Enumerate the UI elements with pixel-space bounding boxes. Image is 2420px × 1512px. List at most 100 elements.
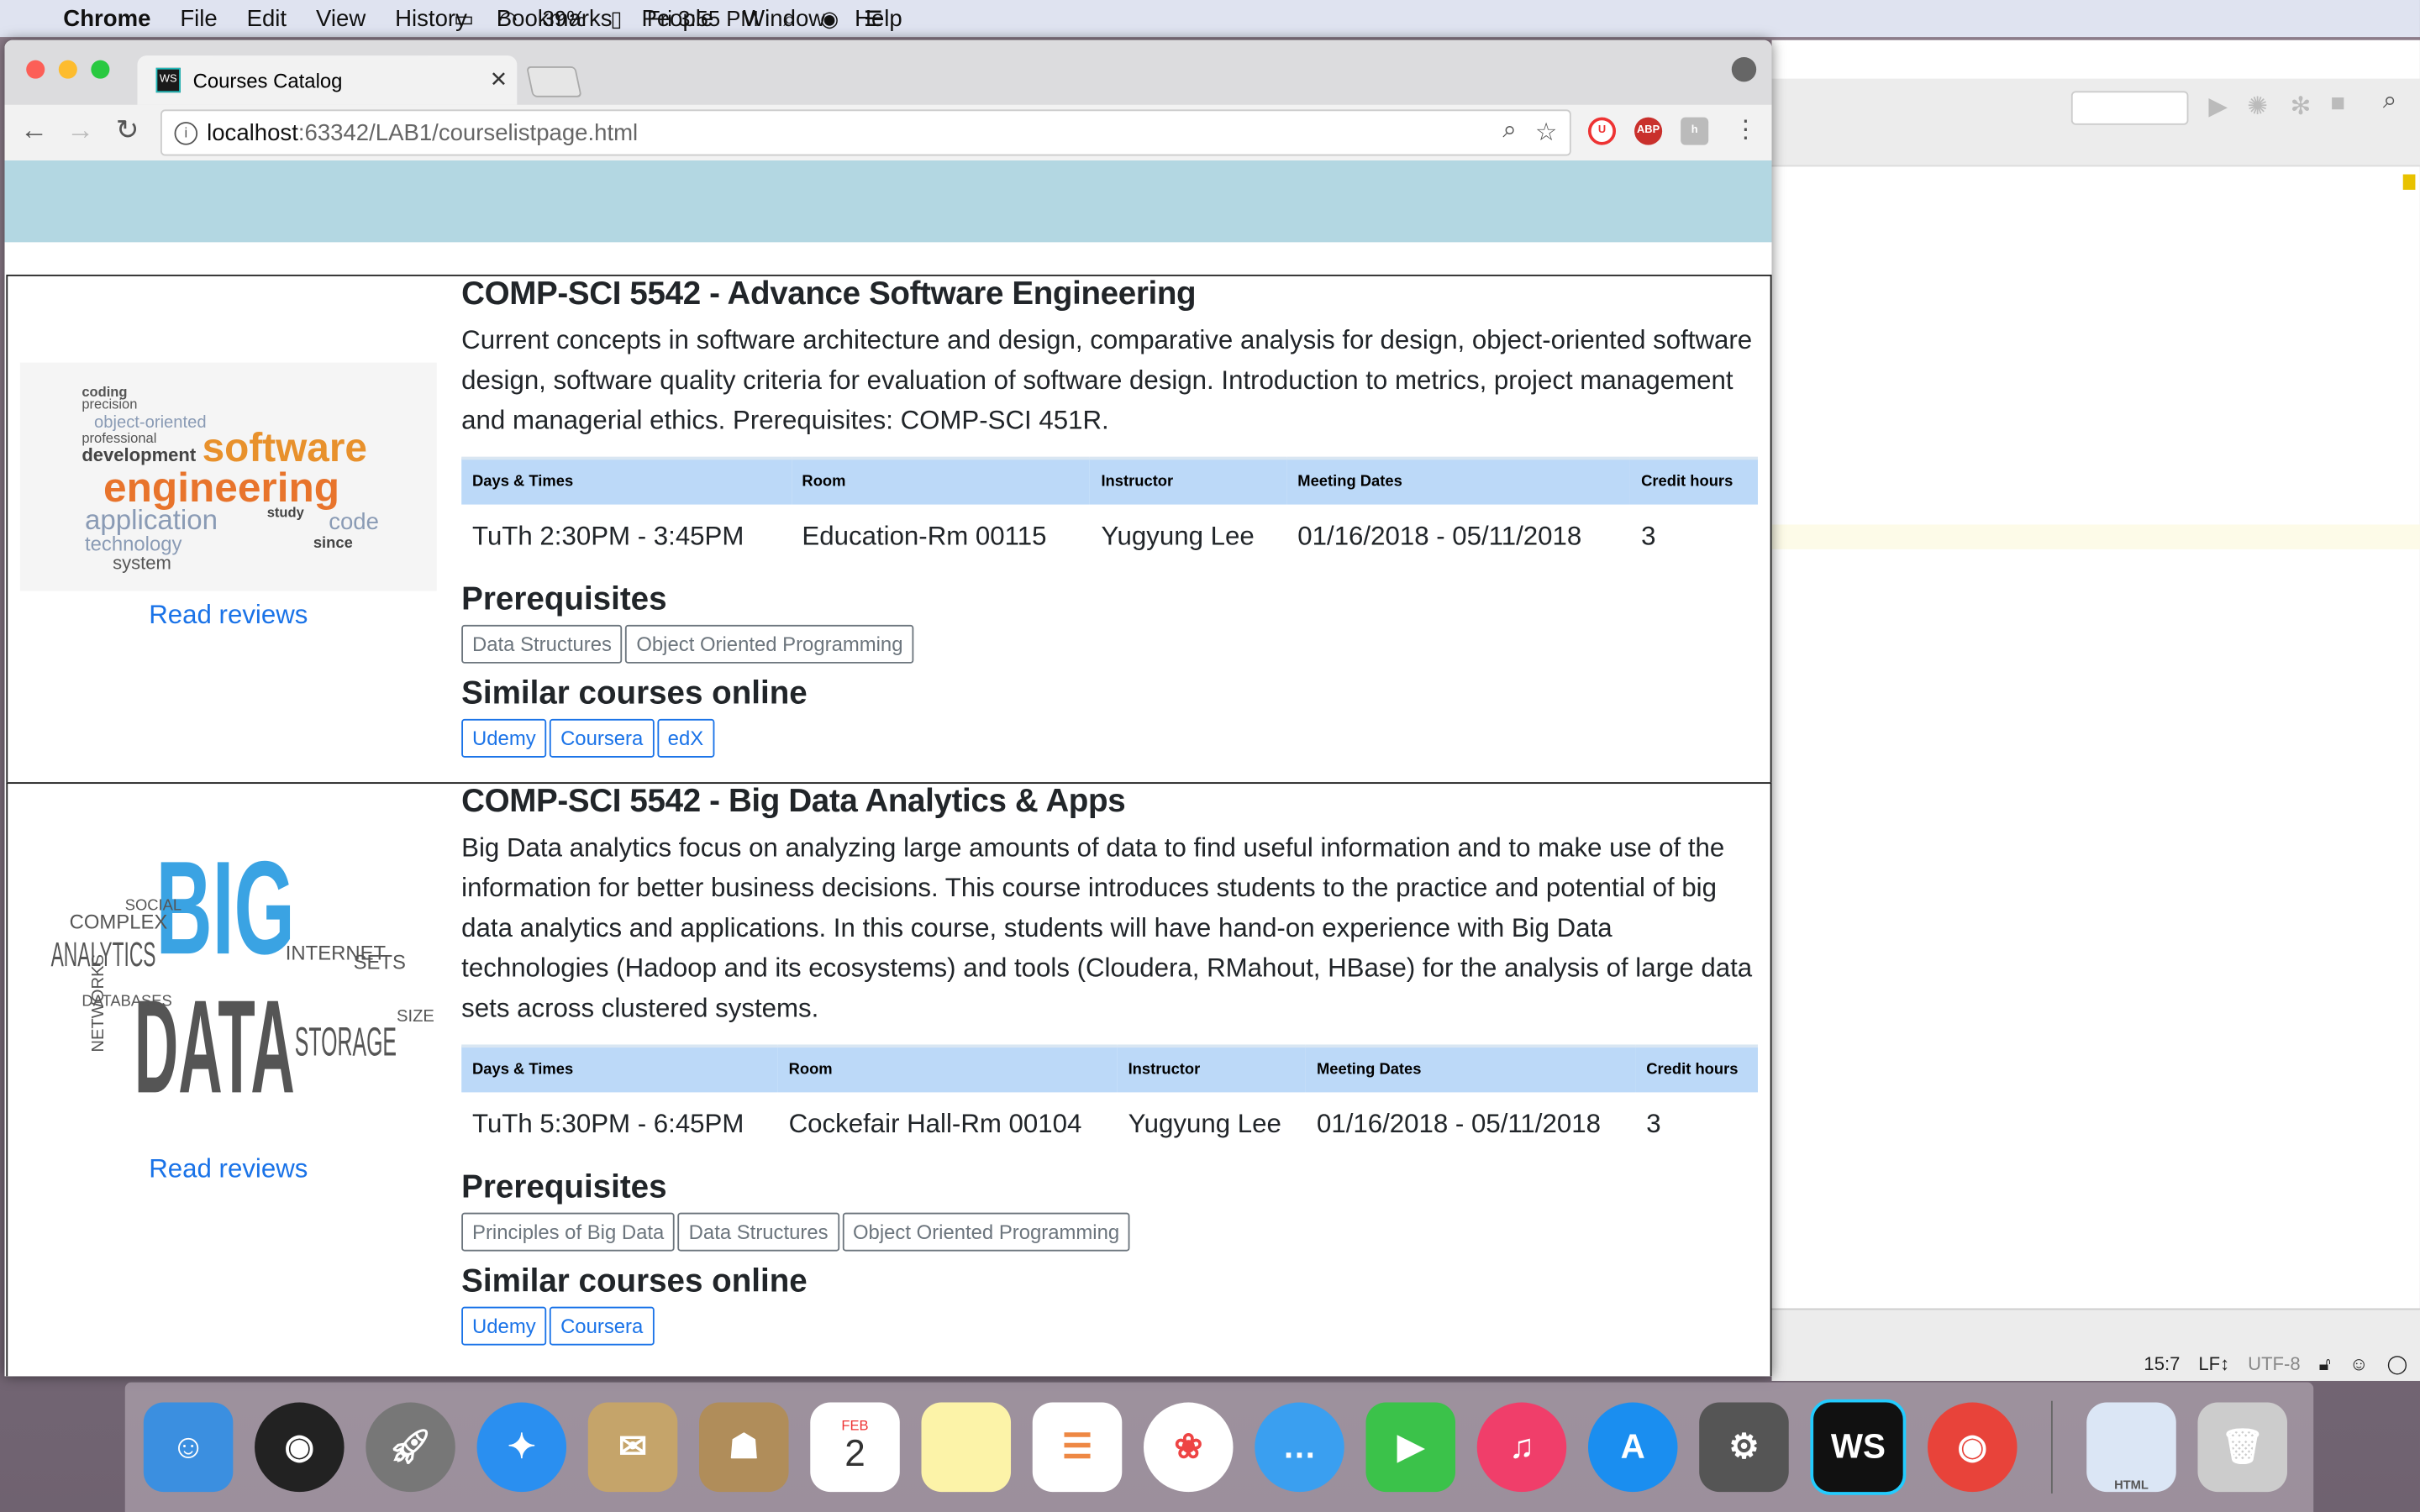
chrome-icon[interactable]: ◉ [1928, 1402, 2018, 1493]
clock[interactable]: Fri 3:55 PM [647, 6, 759, 30]
svg-text:coding: coding [82, 384, 127, 400]
read-reviews-link[interactable]: Read reviews [20, 600, 437, 631]
page-header-banner [4, 160, 1772, 243]
networks-word: NETWORKS [89, 954, 108, 1053]
trash-icon[interactable]: 🗑︎ [2197, 1402, 2287, 1493]
svg-text:SETS: SETS [354, 951, 406, 974]
cell-credit-hours: 3 [1646, 1109, 1661, 1139]
spotlight-icon[interactable]: ⌕ [783, 5, 795, 31]
contacts-icon[interactable]: ☗ [699, 1402, 789, 1493]
finder-icon[interactable]: ☺ [143, 1402, 234, 1493]
coursera-button[interactable]: Coursera [550, 718, 655, 758]
mail-icon[interactable]: ✉ [587, 1402, 678, 1493]
table-row: TuTh 5:30PM - 6:45PM Cockefair Hall-Rm 00… [461, 1092, 1758, 1157]
back-icon[interactable]: ← [20, 114, 48, 147]
close-window-button[interactable] [26, 60, 45, 79]
udemy-button[interactable]: Udemy [461, 718, 547, 758]
safari-icon[interactable]: ✦ [476, 1402, 567, 1493]
webstorm-icon[interactable]: WS [1810, 1399, 1907, 1495]
coursera-button[interactable]: Coursera [550, 1306, 655, 1346]
prereq-chip[interactable]: Data Structures [677, 1212, 839, 1252]
course-card: BIG DATA ANALYTICS STORAGE COMPLEX INTER… [6, 782, 1772, 1377]
calendar-icon[interactable]: FEB 2 [810, 1402, 900, 1493]
launchpad-icon[interactable]: 🚀︎ [366, 1402, 455, 1493]
similar-courses-heading: Similar courses online [461, 675, 808, 711]
stop-icon[interactable]: ■ [2330, 91, 2345, 118]
prereq-chip[interactable]: Object Oriented Programming [842, 1212, 1131, 1252]
battery-percent[interactable]: 39% [543, 6, 586, 30]
line-ending[interactable]: LF↕ [2198, 1353, 2229, 1377]
event-log-icon[interactable]: ◯ [2387, 1353, 2408, 1377]
photos-icon[interactable]: ❀ [1143, 1402, 1234, 1493]
run-icon[interactable]: ▶ [2208, 91, 2228, 122]
messages-icon[interactable]: … [1255, 1402, 1344, 1493]
svg-text:development: development [82, 444, 197, 465]
chrome-window: WS Courses Catalog ✕ ← → ↻ i localhost:6… [4, 39, 1772, 1377]
schedule-table: Days & Times Room Instructor Meeting Dates C… [461, 1044, 1759, 1157]
inspection-marker [2402, 174, 2416, 190]
new-tab-button[interactable] [526, 66, 582, 97]
tab-strip: WS Courses Catalog ✕ [4, 39, 1772, 105]
zoom-icon[interactable]: ⌕ [1502, 118, 1516, 149]
coverage-icon[interactable]: ✻ [2291, 91, 2312, 122]
udemy-button[interactable]: Udemy [461, 1306, 547, 1346]
edx-button[interactable]: edX [656, 718, 715, 758]
ide-window: ▶ ✺ ✻ ■ ⌕ 15:7 LF↕ UTF-8 🔓︎ ☺ ◯ [1771, 39, 2420, 1381]
itunes-icon[interactable]: ♫ [1476, 1402, 1567, 1493]
forward-icon[interactable]: → [66, 114, 94, 147]
wifi-icon[interactable]: ◠ [499, 5, 518, 31]
cursor-position[interactable]: 15:7 [2144, 1353, 2180, 1377]
siri-dock-icon[interactable]: ◉ [255, 1402, 345, 1493]
tab-courses-catalog[interactable]: WS Courses Catalog ✕ [137, 55, 518, 105]
menu-app[interactable]: Chrome [63, 5, 150, 31]
course-title: COMP-SCI 5542 - Advance Software Enginee… [461, 276, 1197, 312]
info-icon[interactable]: i [174, 121, 198, 144]
address-bar[interactable]: i localhost:63342/LAB1/courselistpage.ht… [160, 109, 1571, 156]
adblock-extension-icon[interactable]: ABP [1634, 117, 1663, 145]
debug-icon[interactable]: ✺ [2247, 91, 2268, 122]
menu-view[interactable]: View [316, 5, 366, 31]
bookmark-star-icon[interactable]: ☆ [1535, 118, 1557, 149]
app-store-icon[interactable]: A [1587, 1402, 1678, 1493]
close-tab-icon[interactable]: ✕ [490, 66, 508, 92]
cell-room: Cockefair Hall-Rm 00104 [788, 1109, 1082, 1139]
url-path: :63342/LAB1/courselistpage.html [297, 119, 639, 146]
reload-icon[interactable]: ↻ [116, 114, 139, 147]
prereq-chip[interactable]: Data Structures [461, 624, 623, 664]
prereq-chip[interactable]: Object Oriented Programming [625, 624, 914, 664]
read-reviews-link[interactable]: Read reviews [20, 1154, 437, 1185]
big-data-image: BIG DATA ANALYTICS STORAGE COMPLEX INTER… [19, 805, 437, 1108]
battery-icon[interactable]: ▯ [610, 5, 622, 31]
ide-status-bar: 15:7 LF↕ UTF-8 🔓︎ ☺ ◯ [1771, 1308, 2420, 1381]
html-document-icon[interactable]: HTML [2086, 1402, 2176, 1493]
svg-text:SIZE: SIZE [397, 1007, 434, 1026]
col-credit-hours: Credit hours [1635, 1044, 1759, 1093]
tab-title: Courses Catalog [192, 68, 343, 92]
notification-center-icon[interactable]: ☰ [864, 5, 883, 31]
system-preferences-icon[interactable]: ⚙ [1699, 1402, 1789, 1493]
menu-file[interactable]: File [180, 5, 217, 31]
encoding[interactable]: UTF-8 [2248, 1353, 2300, 1377]
siri-icon[interactable]: ◉ [820, 5, 839, 31]
minimize-window-button[interactable] [58, 60, 77, 79]
cell-instructor: Yugyung Lee [1101, 521, 1255, 551]
extension-icon[interactable]: h [1681, 117, 1709, 145]
cell-days-times: TuTh 2:30PM - 3:45PM [472, 521, 744, 551]
ublock-extension-icon[interactable]: U [1587, 117, 1617, 145]
prereq-chip[interactable]: Principles of Big Data [461, 1212, 676, 1252]
facetime-icon[interactable]: ▶ [1365, 1402, 1456, 1493]
course-title: COMP-SCI 5542 - Big Data Analytics & App… [461, 784, 1126, 820]
chrome-menu-icon[interactable]: ⋮ [1733, 114, 1758, 145]
menu-edit[interactable]: Edit [247, 5, 287, 31]
reminders-icon[interactable]: ☰ [1032, 1402, 1123, 1493]
url-host: localhost [207, 119, 298, 146]
notes-icon[interactable] [921, 1402, 1012, 1493]
search-icon[interactable]: ⌕ [2383, 88, 2396, 116]
zoom-window-button[interactable] [91, 60, 110, 79]
profile-icon[interactable] [1731, 56, 1757, 82]
col-room: Room [791, 456, 1091, 505]
run-config-select[interactable] [2070, 91, 2189, 125]
inspector-icon[interactable]: ☺ [2349, 1353, 2369, 1377]
lock-icon[interactable]: 🔓︎ [2319, 1353, 2331, 1377]
airplay-icon[interactable]: ▭ [454, 5, 474, 31]
